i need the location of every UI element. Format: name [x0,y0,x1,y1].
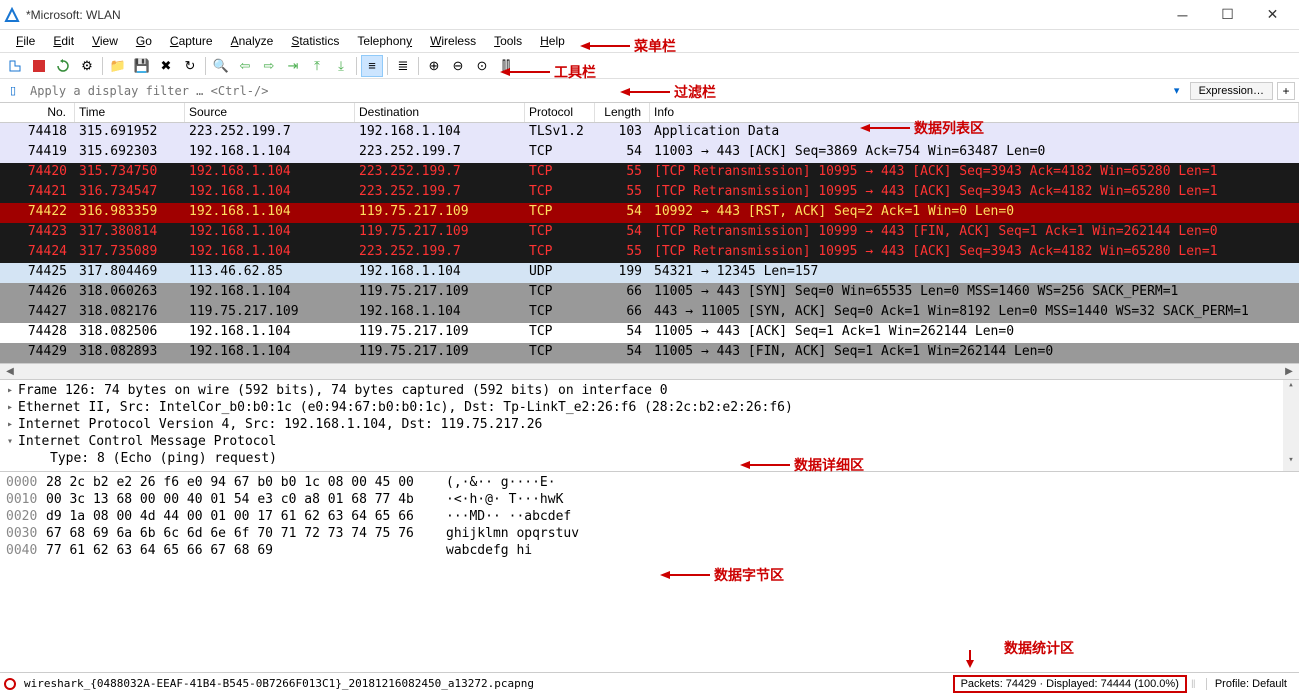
packet-row[interactable]: 74420315.734750192.168.1.104223.252.199.… [0,163,1299,183]
packet-row[interactable]: 74429318.082893192.168.1.104119.75.217.1… [0,343,1299,363]
bytes-row[interactable]: 003067 68 69 6a 6b 6c 6d 6e 6f 70 71 72 … [6,525,1293,542]
packet-row[interactable]: 74428318.082506192.168.1.104119.75.217.1… [0,323,1299,343]
packet-list-pane: No. Time Source Destination Protocol Len… [0,102,1299,379]
col-header-time[interactable]: Time [75,103,185,122]
col-header-protocol[interactable]: Protocol [525,103,595,122]
go-forward-icon[interactable]: ⇨ [258,55,280,77]
menubar: File Edit View Go Capture Analyze Statis… [0,30,1299,52]
toolbar: ⚙ 📁 💾 ✖ ↻ 🔍 ⇦ ⇨ ⇥ ⤒ ⤓ ≡ ≣ ⊕ ⊖ ⊙ ⫿⫿ [0,52,1299,78]
colorize-icon[interactable]: ≣ [392,55,414,77]
zoom-reset-icon[interactable]: ⊙ [471,55,493,77]
titlebar: *Microsoft: WLAN ─ ☐ ✕ [0,0,1299,30]
open-file-icon[interactable]: 📁 [107,55,129,77]
resize-columns-icon[interactable]: ⫿⫿ [495,55,517,77]
packet-row[interactable]: 74419315.692303192.168.1.104223.252.199.… [0,143,1299,163]
col-header-source[interactable]: Source [185,103,355,122]
detail-icmp[interactable]: Internet Control Message Protocol [18,434,1297,449]
menu-go[interactable]: Go [128,32,160,50]
add-filter-button[interactable]: + [1277,82,1295,100]
menu-tools[interactable]: Tools [486,32,530,50]
restart-capture-icon[interactable] [52,55,74,77]
packet-bytes-pane[interactable]: 000028 2c b2 e2 26 f6 e0 94 67 b0 b0 1c … [0,471,1299,631]
display-filter-input[interactable] [26,81,1164,101]
packet-row[interactable]: 74423317.380814192.168.1.104119.75.217.1… [0,223,1299,243]
reload-icon[interactable]: ↻ [179,55,201,77]
menu-analyze[interactable]: Analyze [223,32,282,50]
window-title: *Microsoft: WLAN [26,8,1160,22]
packet-row[interactable]: 74426318.060263192.168.1.104119.75.217.1… [0,283,1299,303]
status-profile[interactable]: Profile: Default [1206,678,1295,690]
zoom-in-icon[interactable]: ⊕ [423,55,445,77]
status-packets: Packets: 74429 · Displayed: 74444 (100.0… [953,675,1187,693]
bookmark-filter-icon[interactable]: ▯ [4,82,22,100]
packet-row[interactable]: 74427318.082176119.75.217.109192.168.1.1… [0,303,1299,323]
expand-icon[interactable]: ▸ [2,402,18,413]
menu-view[interactable]: View [84,32,126,50]
go-back-icon[interactable]: ⇦ [234,55,256,77]
go-to-packet-icon[interactable]: ⇥ [282,55,304,77]
expand-icon[interactable]: ▸ [2,385,18,396]
annotation-stats: 数据统计区 [960,648,1074,668]
packet-row[interactable]: 74418315.691952223.252.199.7192.168.1.10… [0,123,1299,143]
status-file: wireshark_{0488032A-EEAF-41B4-B545-0B726… [24,677,953,690]
menu-statistics[interactable]: Statistics [283,32,347,50]
auto-scroll-icon[interactable]: ≡ [361,55,383,77]
close-file-icon[interactable]: ✖ [155,55,177,77]
close-button[interactable]: ✕ [1250,0,1295,30]
expand-icon[interactable]: ▸ [2,419,18,430]
collapse-icon[interactable]: ▾ [2,436,18,447]
menu-file[interactable]: File [8,32,43,50]
menu-wireless[interactable]: Wireless [422,32,484,50]
vertical-scrollbar[interactable]: ▴▾ [1283,380,1299,471]
detail-ethernet[interactable]: Ethernet II, Src: IntelCor_b0:b0:1c (e0:… [18,400,1297,415]
packet-list-header: No. Time Source Destination Protocol Len… [0,103,1299,123]
packet-list-body[interactable]: 74418315.691952223.252.199.7192.168.1.10… [0,123,1299,363]
bytes-row[interactable]: 004077 61 62 63 64 65 66 67 68 69wabcdef… [6,542,1293,559]
packet-row[interactable]: 74425317.804469113.46.62.85192.168.1.104… [0,263,1299,283]
zoom-out-icon[interactable]: ⊖ [447,55,469,77]
minimize-button[interactable]: ─ [1160,0,1205,30]
packet-details-pane[interactable]: ▸Frame 126: 74 bytes on wire (592 bits),… [0,379,1299,471]
filter-bar: ▯ ▾ Expression… + [0,78,1299,102]
save-file-icon[interactable]: 💾 [131,55,153,77]
capture-options-icon[interactable]: ⚙ [76,55,98,77]
menu-telephony[interactable]: Telephony [349,32,420,50]
packet-row[interactable]: 74422316.983359192.168.1.104119.75.217.1… [0,203,1299,223]
packet-row[interactable]: 74421316.734547192.168.1.104223.252.199.… [0,183,1299,203]
col-header-destination[interactable]: Destination [355,103,525,122]
start-capture-icon[interactable] [4,55,26,77]
maximize-button[interactable]: ☐ [1205,0,1250,30]
horizontal-scrollbar[interactable]: ◀▶ [0,363,1299,379]
stop-capture-icon[interactable] [28,55,50,77]
col-header-info[interactable]: Info [650,103,1299,122]
bytes-row[interactable]: 001000 3c 13 68 00 00 40 01 54 e3 c0 a8 … [6,491,1293,508]
bytes-row[interactable]: 0020d9 1a 08 00 4d 44 00 01 00 17 61 62 … [6,508,1293,525]
bytes-row[interactable]: 000028 2c b2 e2 26 f6 e0 94 67 b0 b0 1c … [6,474,1293,491]
menu-edit[interactable]: Edit [45,32,82,50]
status-bar: wireshark_{0488032A-EEAF-41B4-B545-0B726… [0,672,1299,694]
menu-capture[interactable]: Capture [162,32,221,50]
packet-row[interactable]: 74424317.735089192.168.1.104223.252.199.… [0,243,1299,263]
detail-icmp-type[interactable]: Type: 8 (Echo (ping) request) [18,451,1297,466]
menu-help[interactable]: Help [532,32,573,50]
expert-info-icon[interactable] [4,678,16,690]
go-first-icon[interactable]: ⤒ [306,55,328,77]
col-header-no[interactable]: No. [0,103,75,122]
detail-frame[interactable]: Frame 126: 74 bytes on wire (592 bits), … [18,383,1297,398]
app-icon [4,7,20,23]
apply-filter-icon[interactable]: ▾ [1168,82,1186,100]
expression-button[interactable]: Expression… [1190,82,1273,100]
col-header-length[interactable]: Length [595,103,650,122]
find-packet-icon[interactable]: 🔍 [210,55,232,77]
go-last-icon[interactable]: ⤓ [330,55,352,77]
detail-ip[interactable]: Internet Protocol Version 4, Src: 192.16… [18,417,1297,432]
